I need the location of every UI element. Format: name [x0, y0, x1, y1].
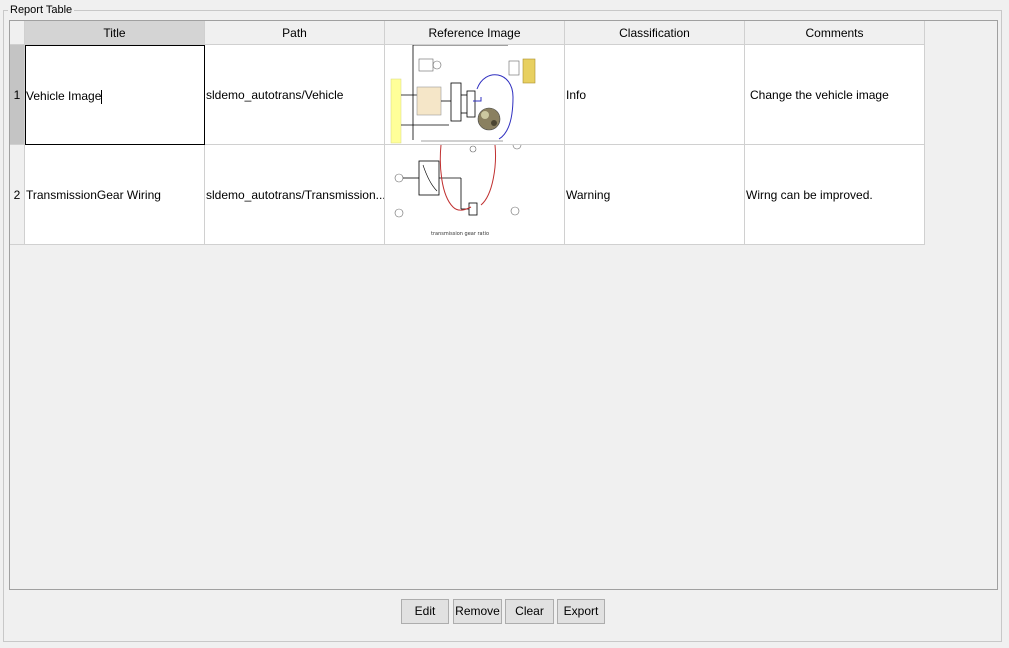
title-cell[interactable]: TransmissionGear Wiring [25, 145, 205, 245]
path-cell[interactable]: sldemo_autotrans/Transmission... [205, 145, 385, 245]
title-text: Vehicle Image [26, 89, 102, 103]
column-header-title[interactable]: Title [25, 21, 205, 45]
column-header-classification[interactable]: Classification [565, 21, 745, 45]
reference-image-cell[interactable] [385, 45, 565, 145]
column-header-reference-image[interactable]: Reference Image [385, 21, 565, 45]
group-title: Report Table [8, 3, 75, 17]
comments-cell[interactable]: Change the vehicle image [745, 45, 925, 145]
classification-cell[interactable]: Info [565, 45, 745, 145]
comments-cell[interactable]: Wirng can be improved. [745, 145, 925, 245]
row-header-2[interactable]: 2 [10, 145, 25, 245]
report-table[interactable]: Title Path Reference Image Classificatio… [9, 20, 998, 590]
remove-button[interactable]: Remove [453, 599, 502, 624]
clear-button[interactable]: Clear [505, 599, 554, 624]
path-cell[interactable]: sldemo_autotrans/Vehicle [205, 45, 385, 145]
vehicle-model-thumbnail [385, 45, 564, 144]
edit-button[interactable]: Edit [401, 599, 449, 624]
classification-cell[interactable]: Warning [565, 145, 745, 245]
column-header-comments[interactable]: Comments [745, 21, 925, 45]
table-corner [10, 21, 25, 45]
column-header-path[interactable]: Path [205, 21, 385, 45]
transmission-model-thumbnail: transmission gear ratio [385, 145, 564, 244]
thumbnail-caption: transmission gear ratio [431, 231, 489, 237]
reference-image-cell[interactable]: transmission gear ratio [385, 145, 565, 245]
title-cell-editing[interactable]: Vehicle Image [25, 45, 205, 145]
text-caret [101, 89, 103, 104]
export-button[interactable]: Export [557, 599, 605, 624]
row-header-1[interactable]: 1 [10, 45, 25, 145]
